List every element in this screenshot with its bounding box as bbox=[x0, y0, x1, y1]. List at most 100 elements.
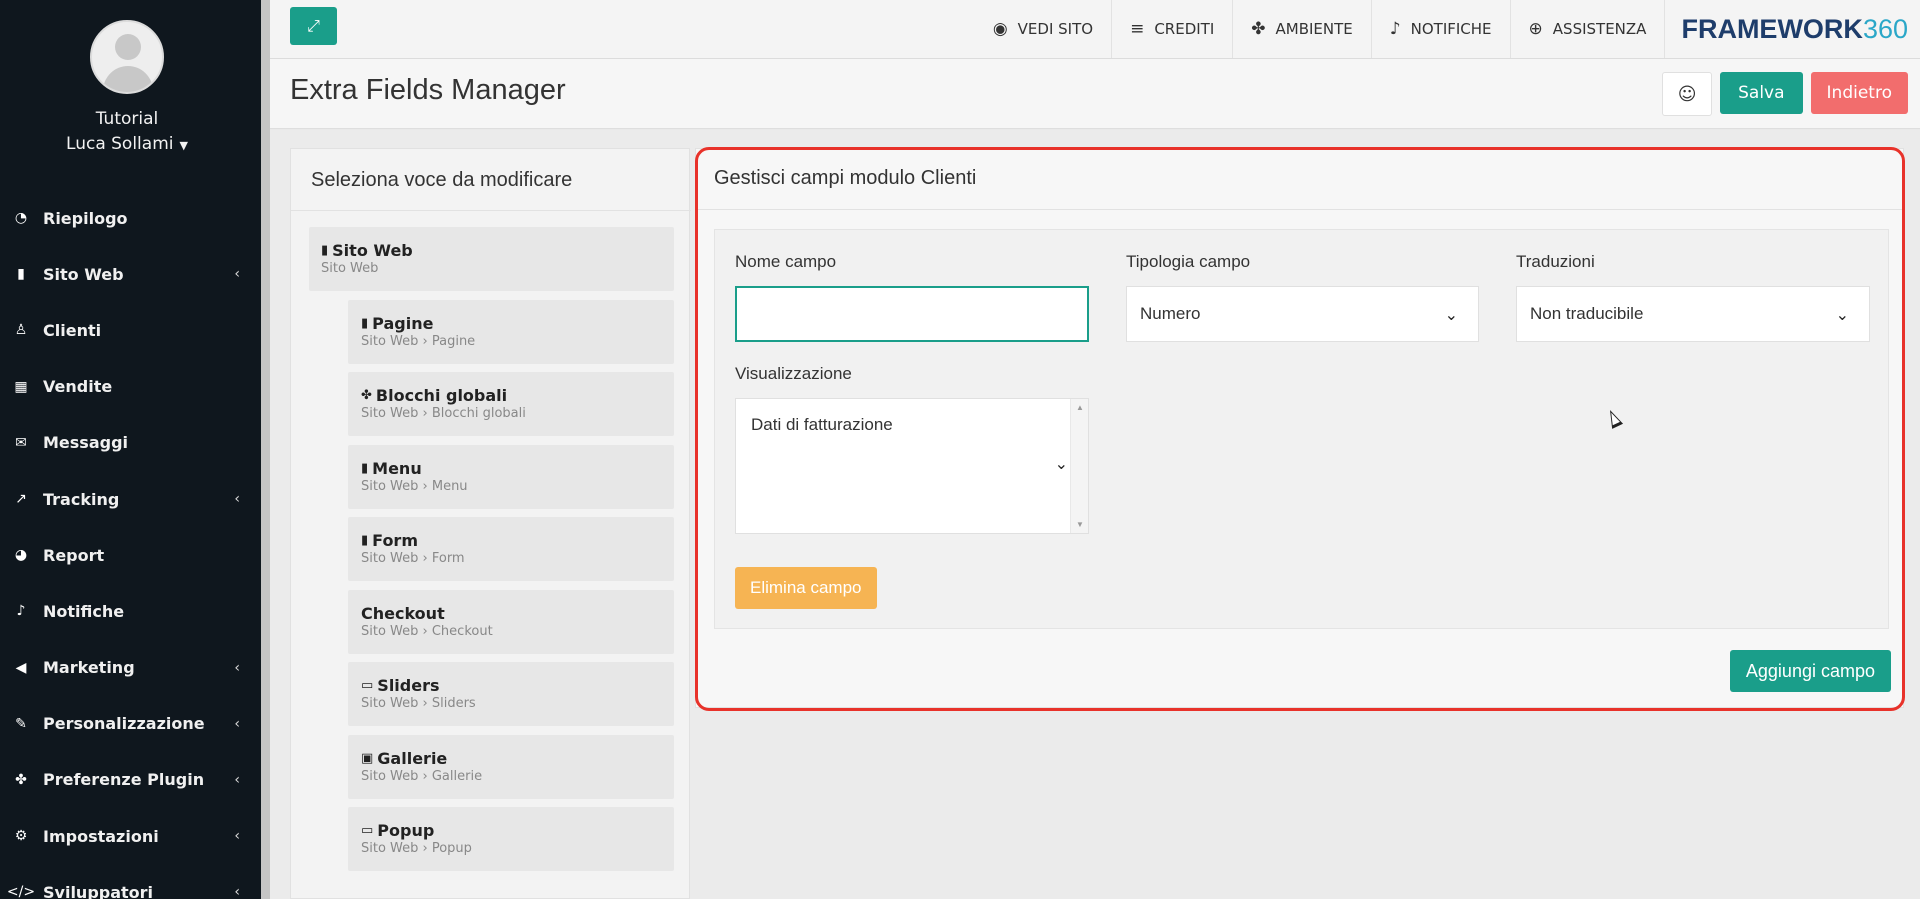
sidebar-item-impostazioni[interactable]: ⚙ Impostazioni ‹ bbox=[0, 808, 254, 864]
topnav-ambiente[interactable]: ✤ AMBIENTE bbox=[1232, 0, 1371, 58]
pie-chart-icon: ◕ bbox=[14, 547, 28, 564]
expand-button[interactable]: ⤢ bbox=[290, 7, 337, 45]
tree-item[interactable]: ▣ Gallerie Sito Web › Gallerie bbox=[348, 734, 674, 799]
person-icon: ♙ bbox=[14, 322, 28, 339]
calculator-icon: ▦ bbox=[14, 378, 28, 395]
divider bbox=[696, 209, 1903, 210]
avatar[interactable] bbox=[90, 20, 164, 94]
expand-icon: ⤢ bbox=[307, 16, 320, 35]
tree-item-title: Sliders bbox=[377, 676, 440, 695]
file-icon: ▮ bbox=[321, 243, 329, 258]
add-field-button[interactable]: Aggiungi campo bbox=[1729, 650, 1891, 692]
display-select[interactable]: Dati di fatturazione ⌄ ▲ ▼ bbox=[735, 398, 1089, 534]
tree-item-path: Sito Web › Blocchi globali bbox=[361, 406, 526, 421]
tree-item[interactable]: ▮ Form Sito Web › Form bbox=[348, 517, 674, 581]
topnav-label: CREDITI bbox=[1154, 20, 1215, 38]
scrollbar[interactable]: ▲ ▼ bbox=[1070, 399, 1088, 533]
tree-item[interactable]: Checkout Sito Web › Checkout bbox=[348, 589, 674, 654]
brush-icon: ✎ bbox=[15, 715, 27, 732]
divider bbox=[291, 210, 691, 211]
display-value: Dati di fatturazione bbox=[751, 415, 893, 434]
sidebar-item-clienti[interactable]: ♙ Clienti bbox=[0, 302, 254, 358]
file-icon: ▮ bbox=[17, 266, 25, 283]
eye-icon: ◉ bbox=[992, 19, 1008, 39]
sidebar-item-marketing[interactable]: ◀ Marketing ‹ bbox=[0, 640, 254, 696]
tree-item-path: Sito Web › Popup bbox=[361, 841, 472, 856]
topnav-crediti[interactable]: ≡ CREDITI bbox=[1111, 0, 1232, 58]
tree-item-title: Form bbox=[372, 531, 418, 550]
scroll-up-icon[interactable]: ▲ bbox=[1076, 403, 1084, 412]
chevron-left-icon: ‹ bbox=[234, 715, 240, 732]
window-icon: ▭ bbox=[361, 678, 374, 693]
save-button[interactable]: Salva bbox=[1720, 72, 1803, 114]
tree-item-path: Sito Web › Checkout bbox=[361, 623, 493, 639]
topnav-vedi-sito[interactable]: ◉ VEDI SITO bbox=[975, 0, 1111, 58]
topnav-label: AMBIENTE bbox=[1275, 20, 1353, 38]
tree-item-title: Gallerie bbox=[377, 748, 448, 768]
tree-item-title-row: Checkout bbox=[361, 604, 674, 623]
topnav-notifiche[interactable]: ♪ NOTIFICHE bbox=[1370, 0, 1510, 58]
tree-item-title: Menu bbox=[372, 458, 422, 478]
sidebar-item-label: Notifiche bbox=[43, 601, 125, 621]
back-button[interactable]: Indietro bbox=[1810, 72, 1908, 114]
sidebar-item-label: Clienti bbox=[43, 320, 102, 340]
field-type-label: Tipologia campo bbox=[1126, 252, 1251, 271]
translations-select[interactable]: Non traducibile ⌄ bbox=[1516, 286, 1870, 342]
emoji-button[interactable]: ☺ bbox=[1662, 72, 1713, 116]
field-type-select[interactable]: Numero ⌄ bbox=[1126, 286, 1479, 342]
megaphone-icon: ◀ bbox=[15, 659, 27, 676]
tree-item[interactable]: ▭ Sliders Sito Web › Sliders bbox=[348, 662, 674, 726]
caret-down-icon: ▼ bbox=[179, 139, 188, 152]
chevron-down-icon: ⌄ bbox=[1444, 307, 1458, 324]
avatar-head bbox=[115, 34, 141, 60]
page-title: Extra Fields Manager bbox=[290, 74, 566, 106]
delete-field-button[interactable]: Elimina campo bbox=[735, 567, 877, 609]
chevron-down-icon: ⌄ bbox=[1835, 307, 1849, 324]
dashboard-icon: ◔ bbox=[14, 210, 28, 227]
sidebar-item-report[interactable]: ◕ Report bbox=[0, 527, 254, 583]
sidebar-item-label: Sviluppatori bbox=[43, 882, 154, 899]
chevron-left-icon: ‹ bbox=[234, 884, 240, 899]
tree-item-title-row: ▮ Pagine bbox=[361, 314, 674, 333]
topbar: ⤢ ◉ VEDI SITO ≡ CREDITI ✤ AMBIENTE ♪ NOTIFICHE ⊕… bbox=[270, 0, 1920, 59]
sidebar-item-riepilogo[interactable]: ◔ Riepilogo bbox=[0, 190, 254, 246]
sidebar-item-label: Preferenze Plugin bbox=[43, 770, 205, 790]
sidebar-item-tracking[interactable]: ↗ Tracking ‹ bbox=[0, 471, 254, 527]
page-header: Extra Fields Manager ☺ Salva Indietro bbox=[270, 59, 1920, 129]
tree-panel: Seleziona voce da modificare ▮ Sito Web Si… bbox=[290, 148, 691, 899]
lifebuoy-icon: ⊕ bbox=[1528, 19, 1543, 39]
sidebar-item-preferenze-plugin[interactable]: ✤ Preferenze Plugin ‹ bbox=[0, 752, 254, 808]
translations-value: Non traducibile bbox=[1530, 304, 1644, 323]
sidebar-item-personalizzazione[interactable]: ✎ Personalizzazione ‹ bbox=[0, 696, 254, 752]
tree-item-path: Sito Web › Form bbox=[361, 551, 465, 566]
sidebar-item-sito-web[interactable]: ▮ Sito Web ‹ bbox=[0, 246, 254, 302]
tree-item-path: Sito Web › Sliders bbox=[361, 696, 476, 711]
fields-panel-title: Gestisci campi modulo Clienti bbox=[714, 167, 977, 189]
topnav-assistenza[interactable]: ⊕ ASSISTENZA bbox=[1509, 0, 1665, 58]
cubes-icon: ✤ bbox=[1251, 19, 1266, 39]
chevron-left-icon: ‹ bbox=[234, 266, 240, 283]
field-name-input[interactable] bbox=[735, 286, 1089, 342]
tree-item-title-row: ▮ Sito Web bbox=[321, 241, 674, 260]
smile-icon: ☺ bbox=[1677, 83, 1697, 105]
brand-logo[interactable]: FRAMEWORK 360 bbox=[1664, 0, 1920, 58]
tree-item-path: Sito Web › Pagine bbox=[361, 333, 476, 349]
sidebar-item-sviluppatori[interactable]: </> Sviluppatori ‹ bbox=[0, 864, 254, 899]
tree-item-title-row: ▭ Popup bbox=[361, 821, 674, 840]
tree-item-title-row: ▮ Form bbox=[361, 531, 674, 550]
scroll-down-icon[interactable]: ▼ bbox=[1076, 520, 1084, 529]
user-menu[interactable]: Luca Sollami ▼ bbox=[0, 134, 254, 154]
sidebar-item-messaggi[interactable]: ✉ Messaggi bbox=[0, 415, 254, 471]
sidebar-item-label: Tracking bbox=[43, 489, 120, 509]
tree-item[interactable]: ▮ Menu Sito Web › Menu bbox=[348, 444, 674, 509]
sidebar-item-notifiche[interactable]: ♪ Notifiche bbox=[0, 583, 254, 639]
tree-item[interactable]: ▮ Pagine Sito Web › Pagine bbox=[348, 299, 674, 364]
tree-item[interactable]: ✤ Blocchi globali Sito Web › Blocchi globa… bbox=[348, 372, 674, 436]
tree-item[interactable]: ▭ Popup Sito Web › Popup bbox=[348, 807, 674, 871]
line-chart-icon: ↗ bbox=[15, 491, 27, 508]
sidebar-item-label: Sito Web bbox=[43, 264, 124, 284]
file-icon: ▮ bbox=[361, 315, 369, 331]
tree-item-title-row: ✤ Blocchi globali bbox=[361, 386, 674, 405]
sidebar-item-vendite[interactable]: ▦ Vendite bbox=[0, 359, 254, 415]
tree-item[interactable]: ▮ Sito Web Sito Web bbox=[309, 227, 674, 291]
